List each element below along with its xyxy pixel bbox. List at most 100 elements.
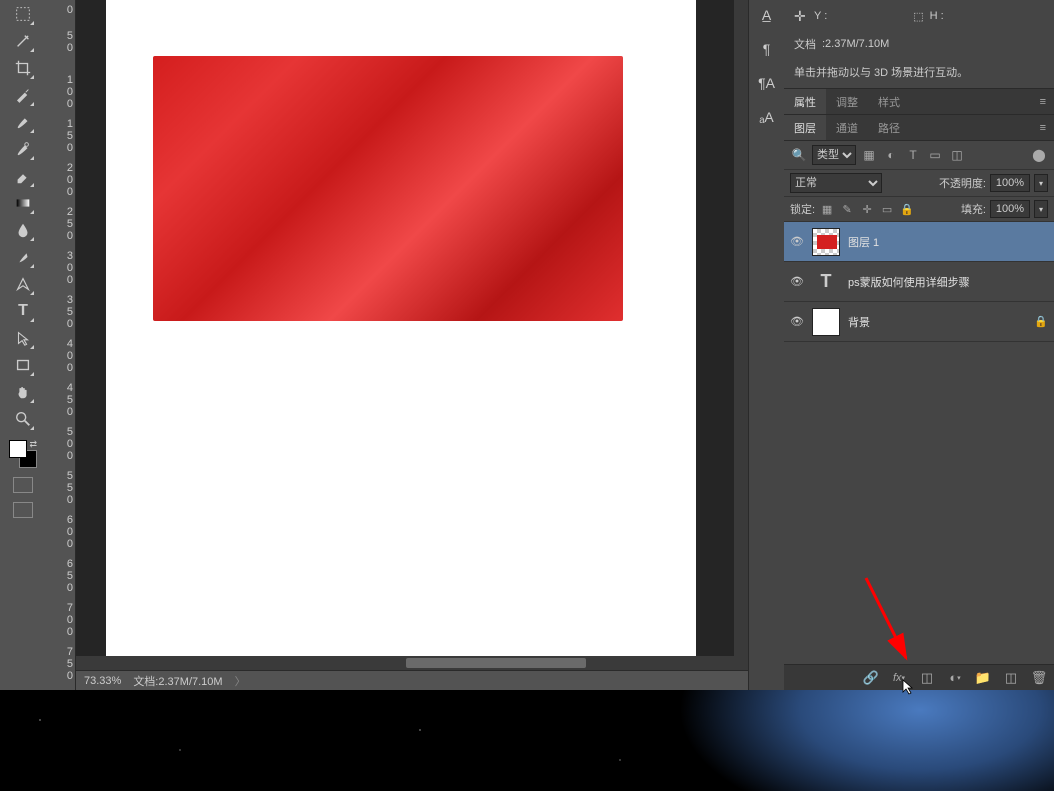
screen-mode-toggle[interactable] bbox=[13, 502, 33, 518]
doc-label: 文档 bbox=[794, 36, 816, 52]
filter-shape-icon[interactable]: ▭ bbox=[926, 146, 944, 164]
eraser-tool[interactable] bbox=[11, 164, 35, 188]
brush-tool[interactable] bbox=[11, 110, 35, 134]
delete-layer-icon[interactable]: 🗑 bbox=[1030, 669, 1048, 687]
opacity-label: 不透明度: bbox=[939, 175, 986, 191]
search-icon[interactable]: 🔍 bbox=[790, 146, 808, 164]
link-layers-icon[interactable]: 🔗 bbox=[862, 669, 880, 687]
status-expand-icon[interactable]: 〉 bbox=[235, 673, 246, 689]
layer-mask-icon[interactable]: ◫ bbox=[918, 669, 936, 687]
panel-menu-icon[interactable]: ≡ bbox=[1032, 96, 1054, 108]
group-icon[interactable]: 📁 bbox=[974, 669, 992, 687]
visibility-toggle[interactable]: 👁 bbox=[788, 273, 806, 291]
eyedropper-tool[interactable] bbox=[11, 83, 35, 107]
left-toolbar: T ⇄ bbox=[0, 0, 46, 690]
layer-name[interactable]: 图层 1 bbox=[846, 234, 1050, 250]
path-select-tool[interactable] bbox=[11, 326, 35, 350]
opacity-dropdown-icon[interactable]: ▾ bbox=[1034, 174, 1048, 192]
magic-wand-tool[interactable] bbox=[11, 29, 35, 53]
blur-tool[interactable] bbox=[11, 218, 35, 242]
filter-pixel-icon[interactable]: ▦ bbox=[860, 146, 878, 164]
layer-name[interactable]: 背景 bbox=[846, 314, 1028, 330]
layer-row[interactable]: 👁 背景 🔒 bbox=[784, 302, 1054, 342]
y-label: Y : bbox=[814, 10, 827, 22]
canvas-area[interactable]: 73.33% 文档:2.37M/7.10M 〉 bbox=[76, 0, 748, 690]
lock-row: 锁定: ▦ ✎ ✛ ▭ 🔒 填充: ▾ bbox=[784, 197, 1054, 222]
new-layer-icon[interactable]: ◫ bbox=[1002, 669, 1020, 687]
filter-smart-icon[interactable]: ◫ bbox=[948, 146, 966, 164]
paragraph-panel-icon[interactable]: ¶ bbox=[756, 38, 778, 60]
tab-properties[interactable]: 属性 bbox=[784, 89, 826, 114]
hand-tool[interactable] bbox=[11, 380, 35, 404]
layer-filter-row: 🔍 类型 ▦ ◐ T ▭ ◫ ⬤ bbox=[784, 141, 1054, 170]
char-styles-icon[interactable]: ¶A bbox=[756, 72, 778, 94]
history-brush-tool[interactable] bbox=[11, 137, 35, 161]
lock-paint-icon[interactable]: ✎ bbox=[839, 201, 855, 217]
pen-tool[interactable] bbox=[11, 272, 35, 296]
fill-label: 填充: bbox=[961, 201, 986, 217]
layer-row[interactable]: 👁 图层 1 bbox=[784, 222, 1054, 262]
properties-tab-group: 属性 调整 样式 ≡ bbox=[784, 89, 1054, 115]
crop-tool[interactable] bbox=[11, 56, 35, 80]
layer-row[interactable]: 👁 T ps蒙版如何使用详细步骤 bbox=[784, 262, 1054, 302]
lock-artboard-icon[interactable]: ▭ bbox=[879, 201, 895, 217]
layer-list: 👁 图层 1 👁 T ps蒙版如何使用详细步骤 👁 背景 🔒 bbox=[784, 222, 1054, 664]
lock-trans-icon[interactable]: ▦ bbox=[819, 201, 835, 217]
scrollbar-thumb[interactable] bbox=[406, 658, 586, 668]
lock-icon: 🔒 bbox=[1034, 315, 1050, 328]
filter-kind-select[interactable]: 类型 bbox=[812, 145, 856, 165]
lock-all-icon[interactable]: 🔒 bbox=[899, 201, 915, 217]
filter-toggle-icon[interactable]: ⬤ bbox=[1030, 146, 1048, 164]
color-swatch[interactable]: ⇄ bbox=[9, 440, 37, 468]
visibility-toggle[interactable]: 👁 bbox=[788, 233, 806, 251]
para-styles-icon[interactable]: ₐA bbox=[756, 106, 778, 128]
lock-label: 锁定: bbox=[790, 201, 815, 217]
text-layer-icon[interactable]: T bbox=[812, 268, 840, 296]
doc-size: 文档:2.37M/7.10M bbox=[133, 673, 222, 689]
visibility-toggle[interactable]: 👁 bbox=[788, 313, 806, 331]
zoom-tool[interactable] bbox=[11, 407, 35, 431]
fill-input[interactable] bbox=[990, 200, 1030, 218]
char-panel-icon[interactable]: A̲ bbox=[756, 4, 778, 26]
layer-thumbnail[interactable] bbox=[812, 228, 840, 256]
layer-name[interactable]: ps蒙版如何使用详细步骤 bbox=[846, 274, 1050, 290]
info-panel: ✛Y :⬚H : 文档:2.37M/7.10M 单击并拖动以与 3D 场景进行互… bbox=[784, 0, 1054, 89]
tab-styles[interactable]: 样式 bbox=[868, 89, 910, 114]
blend-mode-row: 正常 不透明度: ▾ bbox=[784, 170, 1054, 197]
filter-text-icon[interactable]: T bbox=[904, 146, 922, 164]
opacity-input[interactable] bbox=[990, 174, 1030, 192]
info-hint: 单击并拖动以与 3D 场景进行互动。 bbox=[794, 64, 968, 80]
tab-adjustments[interactable]: 调整 bbox=[826, 89, 868, 114]
right-panel-dock: ✛Y :⬚H : 文档:2.37M/7.10M 单击并拖动以与 3D 场景进行互… bbox=[784, 0, 1054, 690]
status-bar: 73.33% 文档:2.37M/7.10M 〉 bbox=[76, 670, 748, 690]
layer-thumbnail[interactable] bbox=[812, 308, 840, 336]
adjustment-layer-icon[interactable]: ◐▾ bbox=[946, 669, 964, 687]
blend-mode-select[interactable]: 正常 bbox=[790, 173, 882, 193]
swap-colors-icon[interactable]: ⇄ bbox=[29, 439, 37, 450]
layers-footer: 🔗 fx▾ ◫ ◐▾ 📁 ◫ 🗑 bbox=[784, 664, 1054, 690]
artboard-tool[interactable] bbox=[11, 2, 35, 26]
smudge-tool[interactable] bbox=[11, 245, 35, 269]
collapsed-panel-dock: A̲ ¶ ¶A ₐA bbox=[748, 0, 784, 690]
foreground-color[interactable] bbox=[9, 440, 27, 458]
tab-channels[interactable]: 通道 bbox=[826, 115, 868, 140]
zoom-level[interactable]: 73.33% bbox=[84, 675, 121, 687]
quick-mask-toggle[interactable] bbox=[13, 477, 33, 493]
vertical-ruler: 0 50 100 150 200 250 300 350 400 450 500… bbox=[46, 0, 76, 690]
fill-dropdown-icon[interactable]: ▾ bbox=[1034, 200, 1048, 218]
lock-pos-icon[interactable]: ✛ bbox=[859, 201, 875, 217]
gradient-tool[interactable] bbox=[11, 191, 35, 215]
panel-menu-icon[interactable]: ≡ bbox=[1032, 122, 1054, 134]
filter-adjust-icon[interactable]: ◐ bbox=[882, 146, 900, 164]
tab-paths[interactable]: 路径 bbox=[868, 115, 910, 140]
horizontal-scrollbar[interactable] bbox=[76, 656, 748, 670]
shape-tool[interactable] bbox=[11, 353, 35, 377]
placed-image[interactable] bbox=[153, 56, 623, 321]
layer-fx-icon[interactable]: fx▾ bbox=[890, 669, 908, 687]
layers-tab-group: 图层 通道 路径 ≡ bbox=[784, 115, 1054, 141]
doc-value: :2.37M/7.10M bbox=[822, 38, 889, 50]
document-canvas[interactable] bbox=[106, 0, 696, 670]
vertical-scrollbar[interactable] bbox=[734, 0, 748, 656]
text-tool[interactable]: T bbox=[11, 299, 35, 323]
tab-layers[interactable]: 图层 bbox=[784, 115, 826, 140]
